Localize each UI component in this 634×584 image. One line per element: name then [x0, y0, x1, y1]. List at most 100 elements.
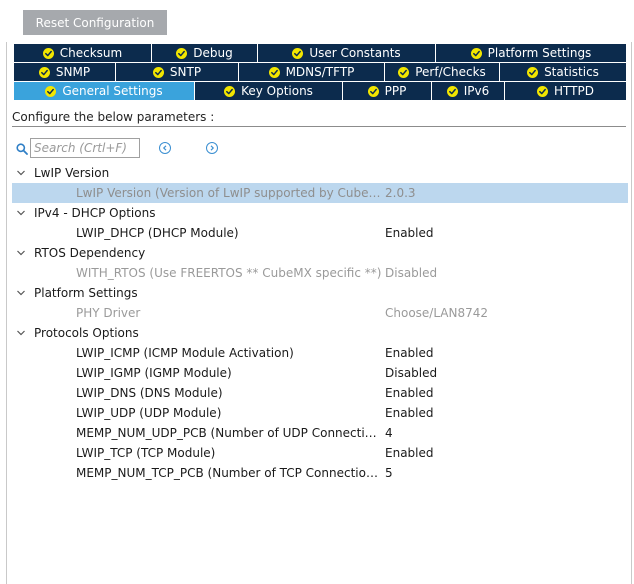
parameter-row[interactable]: LWIP_TCP (TCP Module) Enabled — [12, 443, 628, 463]
tab-label: PPP — [384, 84, 407, 98]
parameter-value[interactable]: Disabled — [385, 266, 437, 280]
parameter-name: LWIP_IGMP (IGMP Module) — [76, 366, 232, 380]
parameter-name: LWIP_DNS (DNS Module) — [76, 386, 223, 400]
config-header-label: Configure the below parameters : — [12, 110, 215, 124]
parameter-value[interactable]: 2.0.3 — [385, 186, 416, 200]
search-icon — [16, 143, 28, 155]
parameter-row[interactable]: LWIP_ICMP (ICMP Module Activation) Enable… — [12, 343, 628, 363]
tab-checksum[interactable]: Checksum — [14, 44, 152, 62]
parameter-value[interactable]: Enabled — [385, 226, 434, 240]
parameter-value[interactable]: Enabled — [385, 346, 434, 360]
parameter-value[interactable]: Enabled — [385, 446, 434, 460]
group-header[interactable]: RTOS Dependency — [16, 243, 145, 263]
tab-perf-checks[interactable]: Perf/Checks — [385, 63, 500, 81]
tab-key-options[interactable]: Key Options — [195, 82, 343, 100]
group-label: Protocols Options — [34, 326, 139, 340]
check-icon — [537, 85, 549, 97]
parameter-value[interactable]: 4 — [385, 426, 393, 440]
parameter-row[interactable]: MEMP_NUM_UDP_PCB (Number of UDP Connecti… — [12, 423, 628, 443]
parameter-row[interactable]: PHY Driver Choose/LAN8742 — [12, 303, 628, 323]
parameter-value[interactable]: 5 — [385, 466, 393, 480]
parameter-name: LWIP_ICMP (ICMP Module Activation) — [76, 346, 294, 360]
group-header[interactable]: Protocols Options — [16, 323, 139, 343]
config-header-divider — [12, 126, 626, 127]
panel-border-left — [6, 42, 7, 584]
tab-ppp[interactable]: PPP — [343, 82, 432, 100]
tab-label: Statistics — [544, 65, 599, 79]
tab-sntp[interactable]: SNTP — [116, 63, 239, 81]
parameter-row[interactable]: LwIP Version (Version of LwIP supported … — [12, 183, 628, 203]
parameter-value[interactable]: Enabled — [385, 386, 434, 400]
tab-label: Checksum — [59, 46, 123, 60]
tab-httpd[interactable]: HTTPD — [505, 82, 626, 100]
tab-general-settings[interactable]: General Settings — [14, 82, 195, 100]
parameter-row[interactable]: MEMP_NUM_TCP_PCB (Number of TCP Connecti… — [12, 463, 628, 483]
tab-debug[interactable]: Debug — [152, 44, 258, 62]
tab-snmp[interactable]: SNMP — [14, 63, 116, 81]
parameter-name: LWIP_DHCP (DHCP Module) — [76, 226, 239, 240]
group-label: LwIP Version — [34, 166, 110, 180]
check-icon — [367, 85, 379, 97]
tab-row-1: Checksum Debug User Constants Platform Sett… — [14, 44, 626, 62]
parameter-row[interactable]: LWIP_UDP (UDP Module) Enabled — [12, 403, 628, 423]
check-icon — [398, 66, 410, 78]
group-label: Platform Settings — [34, 286, 138, 300]
tab-platform-settings[interactable]: Platform Settings — [436, 44, 626, 62]
chevron-down-icon — [17, 210, 25, 216]
check-icon — [527, 66, 539, 78]
tab-statistics[interactable]: Statistics — [500, 63, 626, 81]
check-icon — [224, 85, 236, 97]
chevron-right-icon — [210, 145, 215, 151]
tab-row-3: General Settings Key Options PPP IPv6 HTTPD — [14, 82, 626, 100]
chevron-down-icon — [17, 290, 25, 296]
parameter-name: MEMP_NUM_UDP_PCB (Number of UDP Connecti… — [76, 426, 382, 440]
tab-label: Platform Settings — [487, 46, 592, 60]
check-icon — [446, 85, 458, 97]
check-icon — [292, 47, 304, 59]
tab-label: HTTPD — [554, 84, 594, 98]
group-header[interactable]: IPv4 - DHCP Options — [16, 203, 155, 223]
search-prev-button[interactable] — [159, 142, 171, 154]
check-icon — [42, 47, 54, 59]
tab-label: IPv6 — [463, 84, 490, 98]
tab-label: Perf/Checks — [415, 65, 486, 79]
group-header[interactable]: Platform Settings — [16, 283, 138, 303]
parameter-name: LWIP_UDP (UDP Module) — [76, 406, 222, 420]
parameter-value[interactable]: Choose/LAN8742 — [385, 306, 488, 320]
tab-label: MDNS/TFTP — [285, 65, 355, 79]
tab-user-constants[interactable]: User Constants — [258, 44, 436, 62]
parameter-row[interactable]: WITH_RTOS (Use FREERTOS ** CubeMX specif… — [12, 263, 628, 283]
group-label: IPv4 - DHCP Options — [34, 206, 156, 220]
panel-border-right — [631, 42, 632, 584]
tab-label: User Constants — [309, 46, 401, 60]
check-icon — [176, 47, 188, 59]
check-icon — [152, 66, 164, 78]
tab-ipv6[interactable]: IPv6 — [432, 82, 505, 100]
tab-row-2: SNMP SNTP MDNS/TFTP Perf/Checks Statistics — [14, 63, 626, 81]
parameter-value[interactable]: Disabled — [385, 366, 437, 380]
chevron-down-icon — [17, 330, 25, 336]
group-header[interactable]: LwIP Version — [16, 163, 109, 183]
chevron-left-icon — [162, 145, 167, 151]
tab-label: General Settings — [62, 84, 163, 98]
reset-configuration-button[interactable]: Reset Configuration — [23, 10, 167, 35]
parameter-row[interactable]: LWIP_IGMP (IGMP Module) Disabled — [12, 363, 628, 383]
parameter-name: LwIP Version (Version of LwIP supported … — [76, 186, 382, 200]
check-icon — [45, 85, 57, 97]
parameter-row[interactable]: LWIP_DHCP (DHCP Module) Enabled — [12, 223, 628, 243]
check-icon — [268, 66, 280, 78]
parameter-name: WITH_RTOS (Use FREERTOS ** CubeMX specif… — [76, 266, 382, 280]
search-input[interactable] — [30, 138, 140, 158]
search-next-button[interactable] — [206, 142, 218, 154]
chevron-down-icon — [17, 250, 25, 256]
check-icon — [38, 66, 50, 78]
tab-mdns-tftp[interactable]: MDNS/TFTP — [239, 63, 385, 81]
group-label: RTOS Dependency — [34, 246, 146, 260]
tab-label: SNMP — [55, 65, 91, 79]
check-icon — [470, 47, 482, 59]
parameter-value[interactable]: Enabled — [385, 406, 434, 420]
parameter-name: PHY Driver — [76, 306, 141, 320]
chevron-down-icon — [17, 170, 25, 176]
tab-label: Debug — [193, 46, 233, 60]
parameter-row[interactable]: LWIP_DNS (DNS Module) Enabled — [12, 383, 628, 403]
